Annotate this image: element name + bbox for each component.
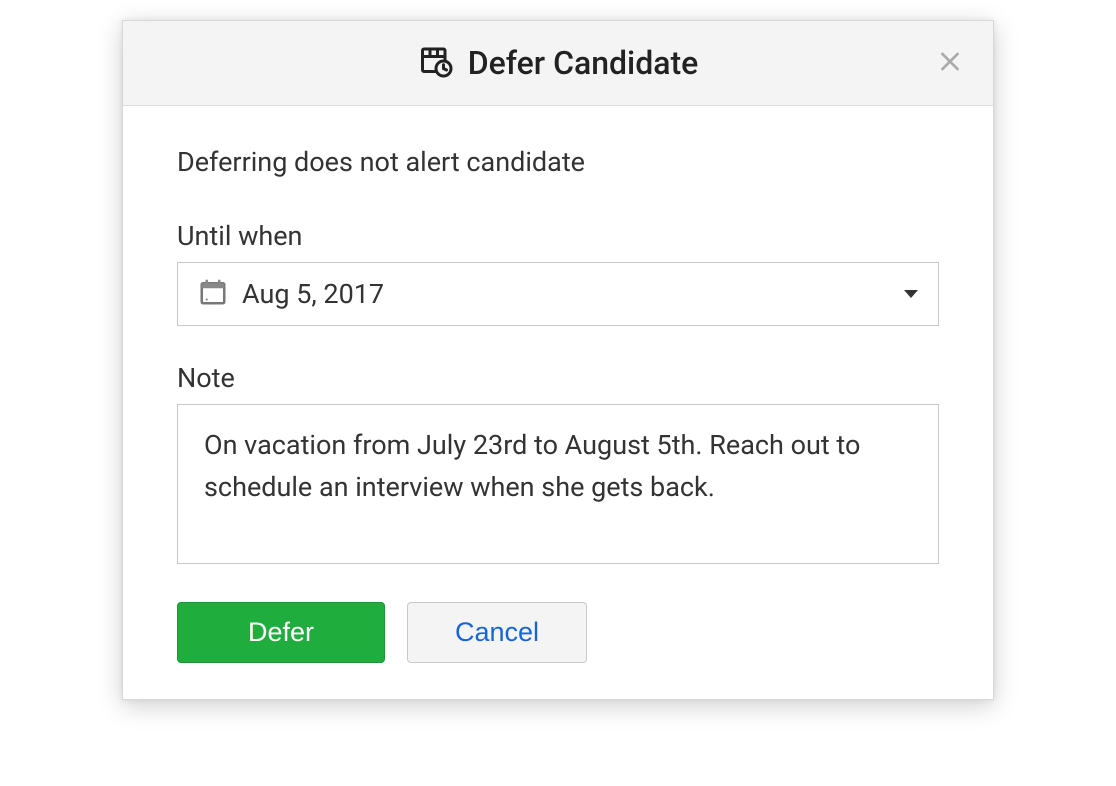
defer-candidate-modal: Defer Candidate Deferring does not alert… xyxy=(122,20,994,700)
calendar-clock-icon xyxy=(418,43,454,83)
info-text: Deferring does not alert candidate xyxy=(177,146,939,178)
until-when-datepicker[interactable]: Aug 5, 2017 xyxy=(177,262,939,326)
modal-body: Deferring does not alert candidate Until… xyxy=(123,106,993,699)
button-row: Defer Cancel xyxy=(177,602,939,663)
until-when-label: Until when xyxy=(177,220,939,252)
cancel-button[interactable]: Cancel xyxy=(407,602,587,663)
until-when-value: Aug 5, 2017 xyxy=(242,278,904,310)
chevron-down-icon xyxy=(904,290,918,298)
note-label: Note xyxy=(177,362,939,394)
note-textarea[interactable] xyxy=(177,404,939,564)
modal-header: Defer Candidate xyxy=(123,21,993,106)
defer-button[interactable]: Defer xyxy=(177,602,385,663)
calendar-icon xyxy=(198,277,228,311)
modal-title-wrap: Defer Candidate xyxy=(418,43,699,83)
close-button[interactable] xyxy=(931,43,969,84)
close-icon xyxy=(937,49,963,78)
modal-title: Defer Candidate xyxy=(468,44,699,82)
